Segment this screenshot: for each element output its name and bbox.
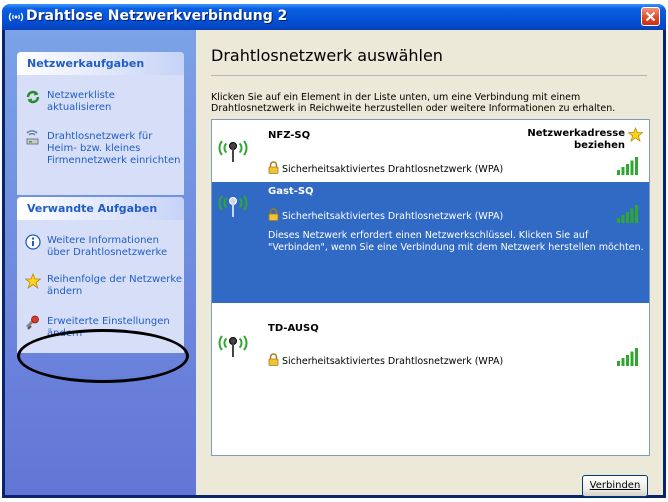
- security-text: Sicherheitsaktiviertes Drahtlosnetzwerk …: [282, 356, 504, 367]
- signal-strength-icon: [617, 157, 638, 175]
- close-icon: [645, 11, 656, 22]
- wireless-antenna-icon: [218, 335, 248, 357]
- security-status: Sicherheitsaktiviertes Drahtlosnetzwerk …: [268, 353, 503, 367]
- setup-wireless-label: Drahtlosnetzwerk für Heim- bzw. kleines …: [47, 131, 181, 166]
- star-icon: [628, 127, 643, 142]
- network-item-td-ausq[interactable]: TD-AUSQ Sicherheitsaktiviertes Drahtlosn…: [212, 312, 649, 374]
- wireless-antenna-icon: [218, 140, 248, 162]
- signal-strength-icon: [617, 348, 638, 366]
- refresh-icon: [26, 90, 40, 104]
- related-tasks-header: Verwandte Aufgaben: [17, 197, 184, 220]
- network-details: Dieses Netzwerk erfordert einen Netzwerk…: [268, 230, 644, 253]
- wireless-network-icon: [8, 12, 24, 22]
- info-icon: [25, 234, 41, 250]
- network-name: Gast-SQ: [268, 186, 314, 197]
- task-pane: Netzwerkaufgaben Netzwerkliste aktualisi…: [5, 30, 196, 495]
- connect-button-label: Verbinden: [589, 480, 641, 491]
- lock-icon: [268, 208, 279, 221]
- network-tasks-header: Netzwerkaufgaben: [17, 52, 184, 75]
- network-name: NFZ-SQ: [268, 130, 311, 141]
- title-bar[interactable]: Drahtlose Netzwerkverbindung 2: [2, 4, 666, 30]
- connect-button[interactable]: Verbinden: [582, 475, 648, 497]
- more-info-label: Weitere Informationen über Drahtlosnetzw…: [47, 235, 168, 258]
- dialog-window: Drahtlose Netzwerkverbindung 2 Netzwerka…: [2, 4, 666, 498]
- security-status: Sicherheitsaktiviertes Drahtlosnetzwerk …: [268, 208, 503, 222]
- window-title: Drahtlose Netzwerkverbindung 2: [26, 8, 288, 24]
- refresh-network-list-label: Netzwerkliste aktualisieren: [47, 90, 115, 113]
- settings-icon: [25, 315, 39, 330]
- window-body: Netzwerkaufgaben Netzwerkliste aktualisi…: [5, 30, 663, 497]
- network-tasks-box: Netzwerkaufgaben Netzwerkliste aktualisi…: [17, 52, 184, 195]
- badge-line-1: Netzwerkadresse: [527, 128, 625, 139]
- page-description: Klicken Sie auf ein Element in der Liste…: [211, 92, 616, 114]
- close-button[interactable]: [641, 7, 660, 26]
- signal-strength-icon: [617, 205, 638, 223]
- title-divider: [211, 75, 647, 76]
- network-list[interactable]: NFZ-SQ Netzwerkadresse beziehen Sicherhe…: [211, 119, 650, 456]
- security-status: Sicherheitsaktiviertes Drahtlosnetzwerk …: [268, 161, 503, 175]
- badge-line-2: beziehen: [574, 140, 625, 151]
- network-order-label: Reihenfolge der Netzwerke ändern: [47, 274, 182, 297]
- highlight-oval: [17, 329, 189, 383]
- star-icon: [25, 273, 41, 289]
- network-name: TD-AUSQ: [268, 323, 319, 334]
- network-item-gast-sq[interactable]: Gast-SQ Sicherheitsaktiviertes Drahtlosn…: [212, 182, 649, 303]
- wireless-setup-icon: [26, 130, 39, 145]
- security-text: Sicherheitsaktiviertes Drahtlosnetzwerk …: [282, 164, 504, 175]
- network-item-nfz-sq[interactable]: NFZ-SQ Netzwerkadresse beziehen Sicherhe…: [212, 120, 649, 182]
- lock-icon: [268, 161, 279, 174]
- network-address-badge: Netzwerkadresse beziehen: [503, 127, 643, 152]
- wireless-antenna-icon: [218, 195, 248, 217]
- page-title: Drahtlosnetzwerk auswählen: [211, 46, 443, 65]
- lock-icon: [268, 353, 279, 366]
- main-pane: Drahtlosnetzwerk auswählen Klicken Sie a…: [196, 30, 663, 497]
- security-text: Sicherheitsaktiviertes Drahtlosnetzwerk …: [282, 211, 504, 222]
